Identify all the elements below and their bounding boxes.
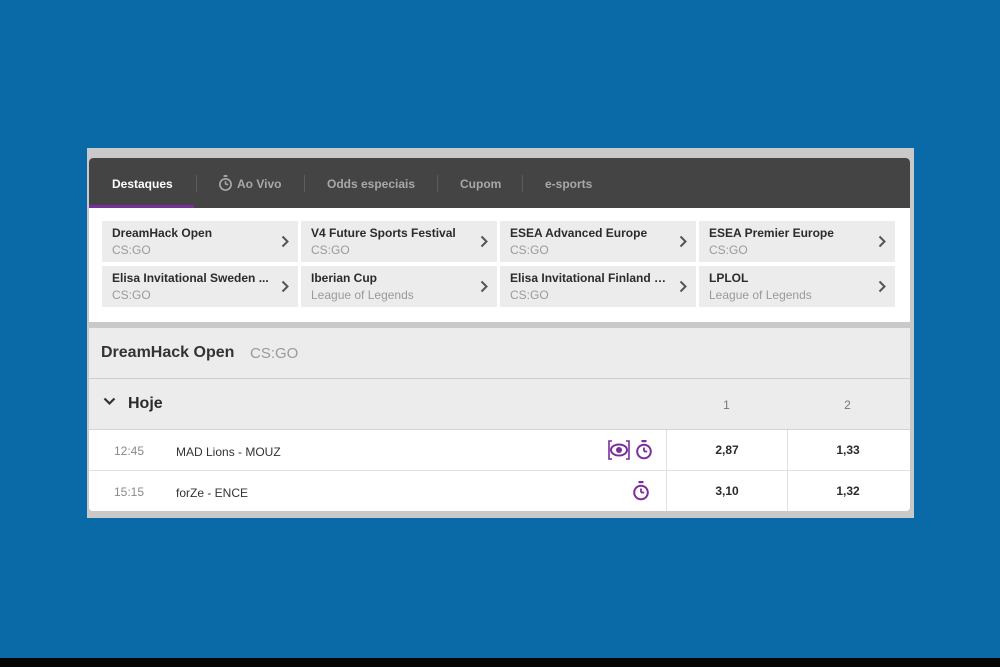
card-sport: CS:GO	[112, 243, 151, 257]
odd-button-2[interactable]: 1,33	[787, 430, 908, 470]
chevron-right-icon	[878, 280, 886, 293]
card-title: ESEA Advanced Europe	[510, 226, 648, 240]
highlight-card[interactable]: Elisa Invitational Sweden ... CS:GO	[102, 266, 298, 307]
odd-button-1[interactable]: 2,87	[666, 430, 787, 470]
betting-panel: Destaques Ao Vivo Odds especiais Cupom e…	[89, 158, 910, 511]
chevron-right-icon	[679, 235, 687, 248]
league-header: DreamHack Open CS:GO	[89, 328, 910, 379]
highlight-card[interactable]: V4 Future Sports Festival CS:GO	[301, 221, 497, 262]
live-stream-icon	[608, 440, 630, 460]
league-title: DreamHack Open	[101, 344, 235, 361]
stopwatch-icon	[636, 440, 653, 460]
card-sport: League of Legends	[709, 288, 812, 302]
card-sport: CS:GO	[112, 288, 151, 302]
match-row: 15:15 forZe - ENCE 3,10 1,32	[89, 471, 910, 511]
highlight-card[interactable]: Iberian Cup League of Legends	[301, 266, 497, 307]
tab-divider	[196, 175, 197, 192]
card-title: V4 Future Sports Festival	[311, 226, 456, 240]
tab-divider	[304, 175, 305, 192]
day-header: Hoje 1 2	[89, 379, 910, 430]
highlight-card[interactable]: DreamHack Open CS:GO	[102, 221, 298, 262]
match-time: 15:15	[114, 485, 145, 499]
card-title: ESEA Premier Europe	[709, 226, 834, 240]
stopwatch-icon	[219, 175, 232, 191]
column-header-1: 1	[723, 398, 730, 412]
card-sport: CS:GO	[510, 288, 549, 302]
card-sport: CS:GO	[709, 243, 748, 257]
betting-frame: Destaques Ao Vivo Odds especiais Cupom e…	[87, 148, 914, 518]
chevron-down-icon[interactable]	[103, 397, 116, 406]
card-title: Iberian Cup	[311, 271, 378, 285]
card-sport: CS:GO	[311, 243, 350, 257]
tab-odds-especiais[interactable]: Odds especiais	[327, 158, 415, 208]
highlight-card[interactable]: Elisa Invitational Finland Q... CS:GO	[500, 266, 696, 307]
day-label: Hoje	[128, 395, 163, 412]
top-nav: Destaques Ao Vivo Odds especiais Cupom e…	[89, 158, 910, 208]
tab-ao-vivo[interactable]: Ao Vivo	[218, 158, 281, 208]
chevron-right-icon	[480, 280, 488, 293]
match-row: 12:45 MAD Lions - MOUZ 2,87 1,33	[89, 430, 910, 471]
highlights-grid: DreamHack Open CS:GO V4 Future Sports Fe…	[89, 208, 910, 322]
tab-divider	[437, 175, 438, 192]
tab-divider	[522, 175, 523, 192]
match-icons	[608, 440, 653, 465]
bottom-bar	[0, 658, 1000, 667]
card-sport: CS:GO	[510, 243, 549, 257]
match-teams[interactable]: forZe - ENCE	[176, 486, 248, 500]
match-icons	[632, 481, 650, 506]
odd-button-1[interactable]: 3,10	[666, 471, 787, 511]
chevron-right-icon	[281, 280, 289, 293]
match-time: 12:45	[114, 444, 145, 458]
highlight-card[interactable]: LPLOL League of Legends	[699, 266, 895, 307]
card-title: Elisa Invitational Sweden ...	[112, 271, 269, 285]
card-title: Elisa Invitational Finland Q...	[510, 271, 668, 285]
tab-destaques[interactable]: Destaques	[89, 158, 194, 208]
match-teams[interactable]: MAD Lions - MOUZ	[176, 445, 281, 459]
tab-e-sports[interactable]: e-sports	[545, 158, 592, 208]
card-title: DreamHack Open	[112, 226, 213, 240]
card-title: LPLOL	[709, 271, 749, 285]
league-sport: CS:GO	[250, 345, 299, 362]
stopwatch-icon	[633, 481, 649, 501]
odd-button-2[interactable]: 1,32	[787, 471, 908, 511]
highlight-card[interactable]: ESEA Premier Europe CS:GO	[699, 221, 895, 262]
card-sport: League of Legends	[311, 288, 414, 302]
tab-cupom[interactable]: Cupom	[460, 158, 501, 208]
chevron-right-icon	[679, 280, 687, 293]
highlight-card[interactable]: ESEA Advanced Europe CS:GO	[500, 221, 696, 262]
column-header-2: 2	[844, 398, 851, 412]
chevron-right-icon	[480, 235, 488, 248]
chevron-right-icon	[878, 235, 886, 248]
chevron-right-icon	[281, 235, 289, 248]
